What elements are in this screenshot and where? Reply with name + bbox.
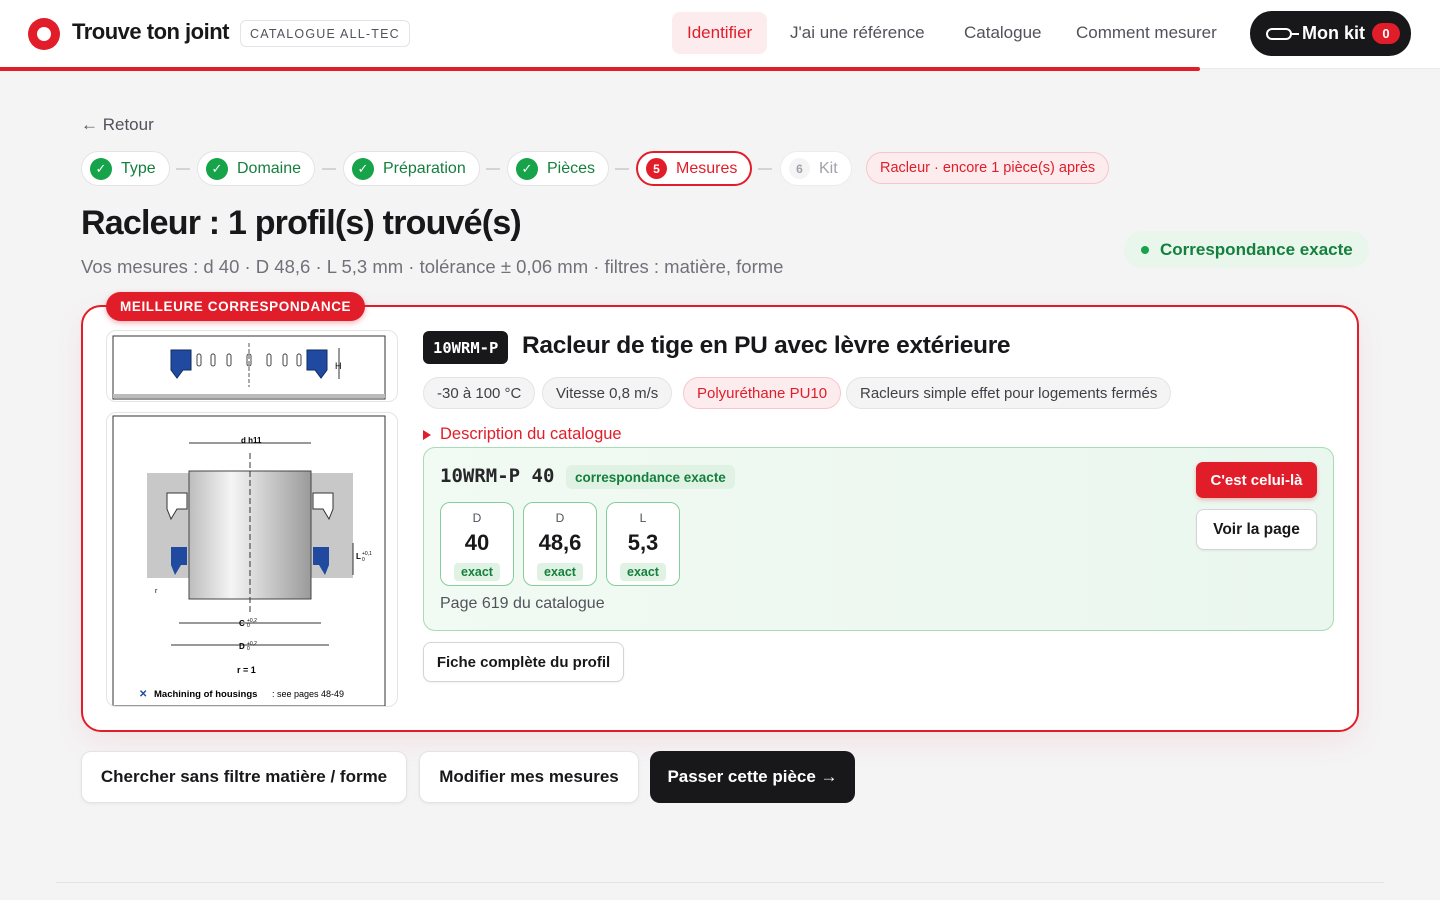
dimension-d-box: D 40 exact xyxy=(440,502,514,586)
dimension-status: exact xyxy=(620,563,666,581)
skip-piece-button[interactable]: Passer cette pièce → xyxy=(650,751,855,803)
catalog-description-label: Description du catalogue xyxy=(440,425,622,443)
speed-tag: Vitesse 0,8 m/s xyxy=(542,377,673,409)
step-label: Kit xyxy=(819,159,838,177)
dimension-label: D xyxy=(472,511,482,525)
remaining-pieces-note: Racleur · encore 1 pièce(s) après xyxy=(866,152,1110,184)
my-kit-label: Mon kit xyxy=(1302,23,1365,43)
dimension-label: L xyxy=(639,511,647,525)
top-header: Trouve ton joint CATALOGUE ALL-TEC Ident… xyxy=(0,0,1440,68)
svg-text:✕: ✕ xyxy=(139,689,147,700)
drawing-footnote: : see pages 48-49 xyxy=(272,689,344,699)
dimension-value: 40 xyxy=(464,530,490,555)
step-label: Pièces xyxy=(547,159,596,177)
page-title: Racleur : 1 profil(s) trouvé(s) xyxy=(81,204,522,242)
step-label: Préparation xyxy=(383,159,466,177)
step-kit: 6 Kit xyxy=(780,151,852,186)
profile-reference-chip: 10WRM-P xyxy=(423,331,509,364)
status-dot-icon xyxy=(1141,245,1149,254)
my-kit-button[interactable]: Mon kit 0 xyxy=(1250,11,1411,56)
step-type[interactable]: ✓ Type xyxy=(81,151,170,186)
kit-count-badge: 0 xyxy=(1372,23,1400,44)
catalog-badge: CATALOGUE ALL-TEC xyxy=(240,20,410,47)
exact-match-badge: correspondance exacte xyxy=(566,465,735,489)
drawing-tolerance-lower: 0 xyxy=(247,646,250,652)
step-label: Mesures xyxy=(676,159,738,177)
dimension-l-box: L 5,3 exact xyxy=(606,502,680,586)
brand-logo-icon[interactable] xyxy=(28,18,60,50)
step-label: Type xyxy=(121,159,156,177)
check-icon: ✓ xyxy=(516,157,538,180)
drawing-tolerance-lower: 0 xyxy=(362,557,365,563)
step-pieces[interactable]: ✓ Pièces xyxy=(507,151,610,186)
drawing-tolerance-lower: 0 xyxy=(247,623,250,629)
dimension-value: 5,3 xyxy=(627,530,659,555)
brand-name[interactable]: Trouve ton joint xyxy=(72,19,230,45)
type-tag: Racleurs simple effet pour logements fer… xyxy=(846,377,1172,409)
dimension-D-box: D 48,6 exact xyxy=(523,502,597,586)
check-icon: ✓ xyxy=(352,157,374,180)
drawing-label-c: C xyxy=(239,619,245,628)
step-label: Domaine xyxy=(237,159,302,177)
nav-reference[interactable]: J'ai une référence xyxy=(775,12,940,54)
nav-identifier[interactable]: Identifier xyxy=(672,12,768,54)
dimension-status: exact xyxy=(537,563,583,581)
view-page-button[interactable]: Voir la page xyxy=(1196,509,1317,550)
seal-kit-icon xyxy=(1266,27,1299,40)
step-number: 6 xyxy=(789,158,810,179)
temperature-tag: -30 à 100 °C xyxy=(423,377,536,409)
check-icon: ✓ xyxy=(90,157,112,180)
drawing-footnote-bold: Machining of housings xyxy=(154,689,257,700)
select-profile-button[interactable]: C'est celui-là xyxy=(1196,462,1317,498)
edit-measurements-button[interactable]: Modifier mes mesures xyxy=(419,751,639,803)
catalog-description-toggle[interactable]: Description du catalogue xyxy=(423,425,622,444)
catalog-page-ref: Page 619 du catalogue xyxy=(440,595,605,612)
nav-catalogue[interactable]: Catalogue xyxy=(949,12,1057,54)
measurements-summary: Vos mesures : d 40 · D 48,6 · L 5,3 mm ·… xyxy=(81,256,784,277)
search-without-filter-button[interactable]: Chercher sans filtre matière / forme xyxy=(81,751,407,803)
drawing-label-h: H xyxy=(335,361,342,371)
exact-match-label: Correspondance exacte xyxy=(1160,239,1353,259)
step-separator xyxy=(758,168,772,170)
step-separator xyxy=(176,168,190,170)
step-separator xyxy=(486,168,500,170)
step-domaine[interactable]: ✓ Domaine xyxy=(197,151,316,186)
drawing-label-l: L xyxy=(356,552,361,561)
material-tag: Polyuréthane PU10 xyxy=(683,377,842,409)
dimension-value: 48,6 xyxy=(538,530,582,555)
step-mesures[interactable]: 5 Mesures xyxy=(636,151,753,186)
back-link[interactable]: ← Retour xyxy=(81,115,154,135)
disclosure-triangle-icon xyxy=(423,429,431,440)
drawing-label-d: d h11 xyxy=(241,436,262,445)
match-code: 10WRM-P 40 xyxy=(440,465,555,487)
step-number: 5 xyxy=(646,158,667,179)
step-separator xyxy=(322,168,336,170)
profile-section-image[interactable]: H xyxy=(106,330,398,402)
step-preparation[interactable]: ✓ Préparation xyxy=(343,151,480,186)
best-match-badge: MEILLEURE CORRESPONDANCE xyxy=(106,292,366,321)
seal-profile-icon: H xyxy=(112,335,386,400)
footer-divider xyxy=(56,882,1384,883)
dimension-status: exact xyxy=(454,563,500,581)
technical-drawing[interactable]: d h11 C +0,2 0 D +0,2 0 L +0,1 0 r r = 1… xyxy=(106,412,398,707)
drawing-label-D: D xyxy=(239,642,245,651)
dimension-label: D xyxy=(555,511,565,525)
check-icon: ✓ xyxy=(206,157,228,180)
housing-drawing-icon: d h11 C +0,2 0 D +0,2 0 L +0,1 0 r r = 1… xyxy=(112,415,386,706)
step-separator xyxy=(615,168,629,170)
profile-title: Racleur de tige en PU avec lèvre extérie… xyxy=(522,332,1011,359)
full-profile-sheet-button[interactable]: Fiche complète du profil xyxy=(423,642,624,682)
progress-bar xyxy=(0,67,1200,71)
nav-comment-mesurer[interactable]: Comment mesurer xyxy=(1061,12,1232,54)
drawing-label-r: r = 1 xyxy=(237,665,256,675)
exact-match-status: Correspondance exacte xyxy=(1124,231,1369,268)
